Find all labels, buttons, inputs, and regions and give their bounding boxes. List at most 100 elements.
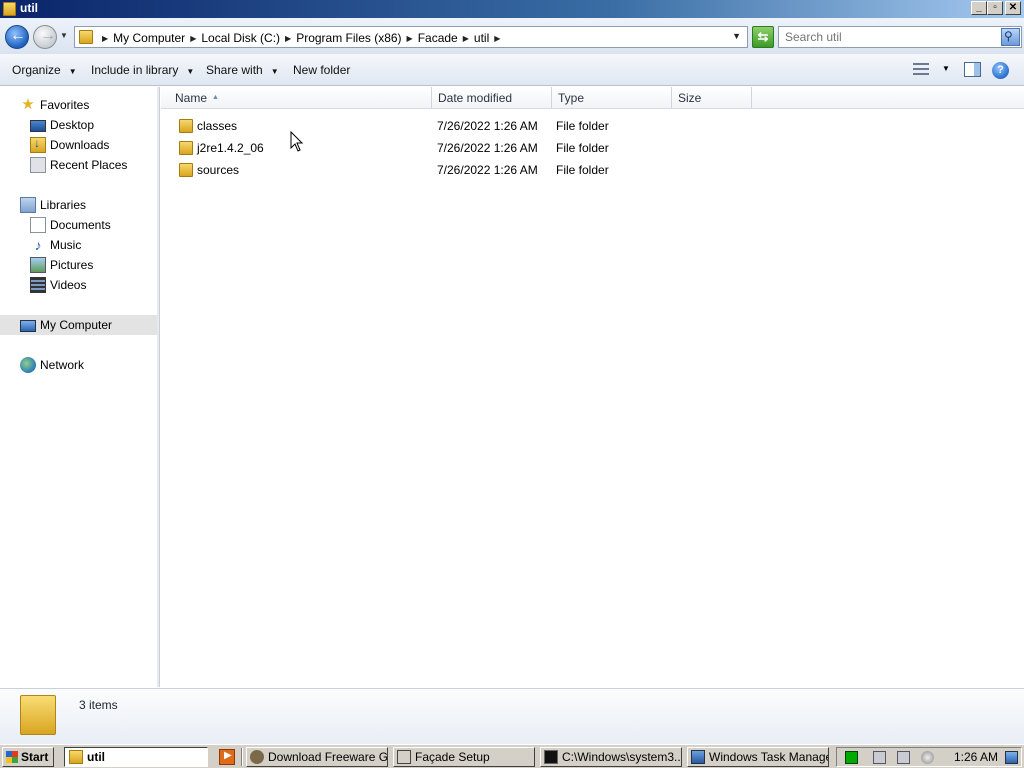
chevron-down-icon: ▼ [270, 67, 279, 76]
start-button[interactable]: Start [2, 747, 54, 767]
address-bar[interactable]: ▶ My Computer ▶ Local Disk (C:) ▶ Progra… [74, 26, 748, 48]
pane-splitter[interactable] [157, 87, 160, 687]
file-row[interactable]: j2re1.4.2_06 7/26/2022 1:26 AM File fold… [161, 137, 761, 159]
item-count: 3 items [79, 698, 118, 712]
cpu-meter-icon[interactable] [845, 751, 858, 764]
change-view-icon[interactable] [913, 63, 929, 75]
folder-icon [3, 2, 16, 16]
title-bar: util _ ▫ ✕ [0, 0, 1024, 18]
breadcrumb-facade[interactable]: Facade [418, 31, 458, 45]
task-button-console[interactable]: C:\Windows\system3... [540, 747, 682, 767]
file-type: File folder [556, 163, 609, 177]
nav-pictures-label: Pictures [50, 258, 94, 272]
media-player-icon[interactable] [219, 749, 235, 765]
chevron-right-icon[interactable]: ▶ [463, 34, 469, 43]
nav-libraries[interactable]: Libraries [20, 195, 86, 215]
search-input[interactable] [779, 27, 999, 47]
breadcrumb-program-files[interactable]: Program Files (x86) [296, 31, 401, 45]
share-with-button[interactable]: Share with ▼ [206, 63, 279, 77]
window-title: util [20, 1, 38, 15]
refresh-button[interactable]: ⇆ [752, 26, 774, 48]
column-header-type[interactable]: Type [552, 87, 672, 109]
chevron-right-icon[interactable]: ▶ [285, 34, 291, 43]
share-with-label: Share with [206, 63, 263, 77]
file-name: j2re1.4.2_06 [197, 141, 264, 155]
task-label: C:\Windows\system3... [562, 750, 682, 764]
show-desktop-icon[interactable] [1005, 751, 1018, 764]
nav-desktop[interactable]: Desktop [30, 115, 94, 135]
documents-icon [30, 217, 46, 233]
column-header-date-modified[interactable]: Date modified [432, 87, 552, 109]
file-row[interactable]: sources 7/26/2022 1:26 AM File folder [161, 159, 761, 181]
file-type: File folder [556, 119, 609, 133]
clock[interactable]: 1:26 AM [954, 750, 998, 764]
new-folder-button[interactable]: New folder [293, 63, 350, 77]
windows-logo-icon [6, 751, 18, 763]
sort-ascending-icon: ▲ [212, 94, 219, 101]
task-label: Windows Task Manager [709, 750, 829, 764]
chevron-down-icon: ▼ [68, 67, 77, 76]
forward-button[interactable]: → [33, 25, 57, 49]
breadcrumb-local-disk[interactable]: Local Disk (C:) [201, 31, 280, 45]
recent-pages-dropdown[interactable]: ▼ [60, 31, 68, 40]
task-button-task-manager[interactable]: Windows Task Manager [687, 747, 829, 767]
include-in-library-button[interactable]: Include in library ▼ [91, 63, 194, 77]
nav-documents[interactable]: Documents [30, 215, 111, 235]
nav-my-computer[interactable]: My Computer [0, 315, 157, 335]
file-row[interactable]: classes 7/26/2022 1:26 AM File folder [161, 115, 761, 137]
music-icon: ♪ [34, 237, 42, 253]
nav-recent-places[interactable]: Recent Places [30, 155, 127, 175]
nav-recent-places-label: Recent Places [50, 158, 128, 172]
console-icon [544, 750, 558, 764]
nav-downloads[interactable]: Downloads [30, 135, 109, 155]
nav-favorites[interactable]: ★ Favorites [20, 95, 89, 115]
restore-button[interactable]: ▫ [987, 1, 1003, 15]
close-button[interactable]: ✕ [1005, 1, 1021, 15]
folder-icon [179, 141, 193, 155]
action-center-icon[interactable] [897, 751, 910, 764]
search-box[interactable]: ⚲ [778, 26, 1022, 48]
nav-network-label: Network [40, 358, 85, 372]
preview-pane-icon[interactable] [964, 62, 981, 77]
chevron-right-icon[interactable]: ▶ [102, 34, 108, 43]
downloads-icon [30, 136, 46, 153]
help-icon[interactable]: ? [992, 62, 1009, 79]
folder-icon [69, 750, 83, 764]
breadcrumb-util[interactable]: util [474, 31, 489, 45]
task-label: Download Freeware G... [268, 750, 388, 764]
file-name: classes [197, 119, 238, 133]
desktop-icon [30, 120, 46, 132]
taskbar: Start util Download Freeware G... Façade… [0, 744, 1024, 768]
taskbar-address-toolbar[interactable]: util [64, 747, 208, 767]
views-dropdown[interactable]: ▼ [942, 64, 950, 73]
mouse-cursor-icon [290, 131, 304, 152]
folder-icon [179, 119, 193, 133]
back-button[interactable]: ← [5, 25, 29, 49]
taskbar-address-value: util [87, 750, 105, 764]
task-label: Façade Setup [415, 750, 490, 764]
nav-network[interactable]: Network [20, 355, 84, 375]
search-button[interactable]: ⚲ [1001, 28, 1020, 46]
nav-videos[interactable]: Videos [30, 275, 86, 295]
computer-icon [20, 319, 36, 332]
minimize-button[interactable]: _ [971, 1, 987, 15]
organize-button[interactable]: Organize ▼ [12, 63, 77, 77]
search-icon: ⚲ [1004, 29, 1013, 43]
chevron-right-icon[interactable]: ▶ [407, 34, 413, 43]
address-history-dropdown[interactable]: ▼ [732, 31, 741, 41]
task-button-setup[interactable]: Façade Setup [393, 747, 535, 767]
chevron-right-icon[interactable]: ▶ [190, 34, 196, 43]
task-button-browser[interactable]: Download Freeware G... [246, 747, 388, 767]
details-pane: 3 items [0, 688, 1024, 744]
task-manager-icon [691, 750, 705, 764]
start-label: Start [21, 750, 49, 764]
column-header-name[interactable]: Name ▲ [169, 87, 432, 109]
volume-icon[interactable] [921, 751, 934, 764]
nav-pictures[interactable]: Pictures [30, 255, 93, 275]
nav-music[interactable]: ♪ Music [30, 235, 82, 255]
breadcrumb-my-computer[interactable]: My Computer [113, 31, 185, 45]
file-name: sources [197, 163, 240, 177]
network-status-icon[interactable] [873, 751, 886, 764]
chevron-right-icon[interactable]: ▶ [494, 34, 500, 43]
column-header-size[interactable]: Size [672, 87, 752, 109]
